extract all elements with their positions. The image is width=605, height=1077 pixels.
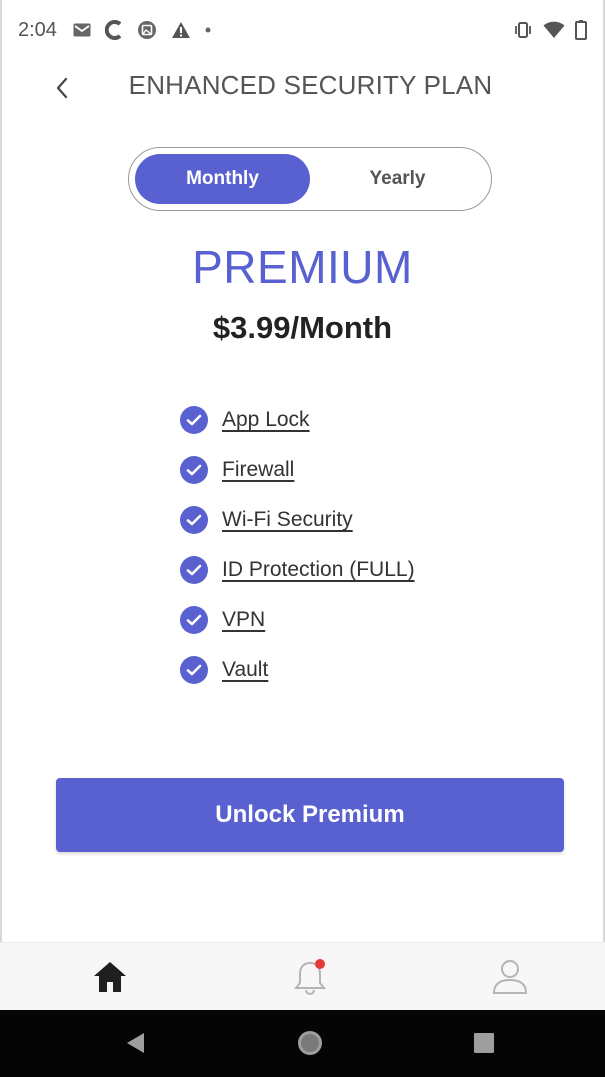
feature-list: App Lock Firewall Wi-Fi Security ID Prot… xyxy=(180,395,415,695)
billing-period-toggle: Monthly Yearly xyxy=(128,147,492,211)
feature-item[interactable]: ID Protection (FULL) xyxy=(180,545,415,595)
check-circle-icon xyxy=(180,656,208,684)
tab-profile[interactable] xyxy=(490,957,530,997)
status-system-icons xyxy=(513,20,587,40)
home-icon xyxy=(94,962,126,992)
toggle-yearly[interactable]: Yearly xyxy=(310,154,485,204)
check-circle-icon xyxy=(180,556,208,584)
bell-icon xyxy=(293,959,327,995)
unlock-premium-button[interactable]: Unlock Premium xyxy=(56,778,564,852)
notification-badge xyxy=(315,959,325,969)
recents-square-icon xyxy=(474,1033,494,1053)
feature-item[interactable]: Vault xyxy=(180,645,415,695)
plan-name: PREMIUM xyxy=(192,241,413,293)
toggle-monthly[interactable]: Monthly xyxy=(135,154,310,204)
back-triangle-icon xyxy=(127,1033,144,1053)
feature-item[interactable]: App Lock xyxy=(180,395,415,445)
photo-icon xyxy=(137,20,157,40)
check-circle-icon xyxy=(180,506,208,534)
feature-label[interactable]: Wi-Fi Security xyxy=(222,508,353,532)
battery-icon xyxy=(575,20,587,40)
home-circle-icon xyxy=(298,1031,322,1055)
status-time: 2:04 xyxy=(18,18,57,41)
c-app-icon xyxy=(104,20,123,40)
nav-back-button[interactable] xyxy=(120,1028,150,1058)
feature-item[interactable]: VPN xyxy=(180,595,415,645)
page-title: ENHANCED SECURITY PLAN xyxy=(128,70,493,100)
feature-label[interactable]: App Lock xyxy=(222,408,310,432)
plan-price: $3.99/Month xyxy=(212,310,393,345)
profile-icon xyxy=(492,960,528,994)
bottom-tab-bar xyxy=(0,942,605,1010)
nav-recents-button[interactable] xyxy=(469,1028,499,1058)
feature-label[interactable]: Vault xyxy=(222,658,268,682)
feature-label[interactable]: ID Protection (FULL) xyxy=(222,558,415,582)
feature-label[interactable]: VPN xyxy=(222,608,265,632)
system-nav-bar xyxy=(0,1010,605,1077)
feature-item[interactable]: Firewall xyxy=(180,445,415,495)
nav-home-button[interactable] xyxy=(295,1028,325,1058)
check-circle-icon xyxy=(180,606,208,634)
warning-icon xyxy=(171,21,191,39)
feature-label[interactable]: Firewall xyxy=(222,458,294,482)
gmail-icon xyxy=(73,23,91,37)
tab-home[interactable] xyxy=(90,957,130,997)
tab-notifications[interactable] xyxy=(290,957,330,997)
status-notification-icons xyxy=(73,20,211,40)
header: ENHANCED SECURITY PLAN xyxy=(0,60,605,116)
status-bar: 2:04 xyxy=(0,0,605,60)
feature-item[interactable]: Wi-Fi Security xyxy=(180,495,415,545)
vibrate-icon xyxy=(513,21,533,39)
check-circle-icon xyxy=(180,406,208,434)
wifi-icon xyxy=(543,21,565,39)
check-circle-icon xyxy=(180,456,208,484)
dot-icon xyxy=(205,27,211,33)
